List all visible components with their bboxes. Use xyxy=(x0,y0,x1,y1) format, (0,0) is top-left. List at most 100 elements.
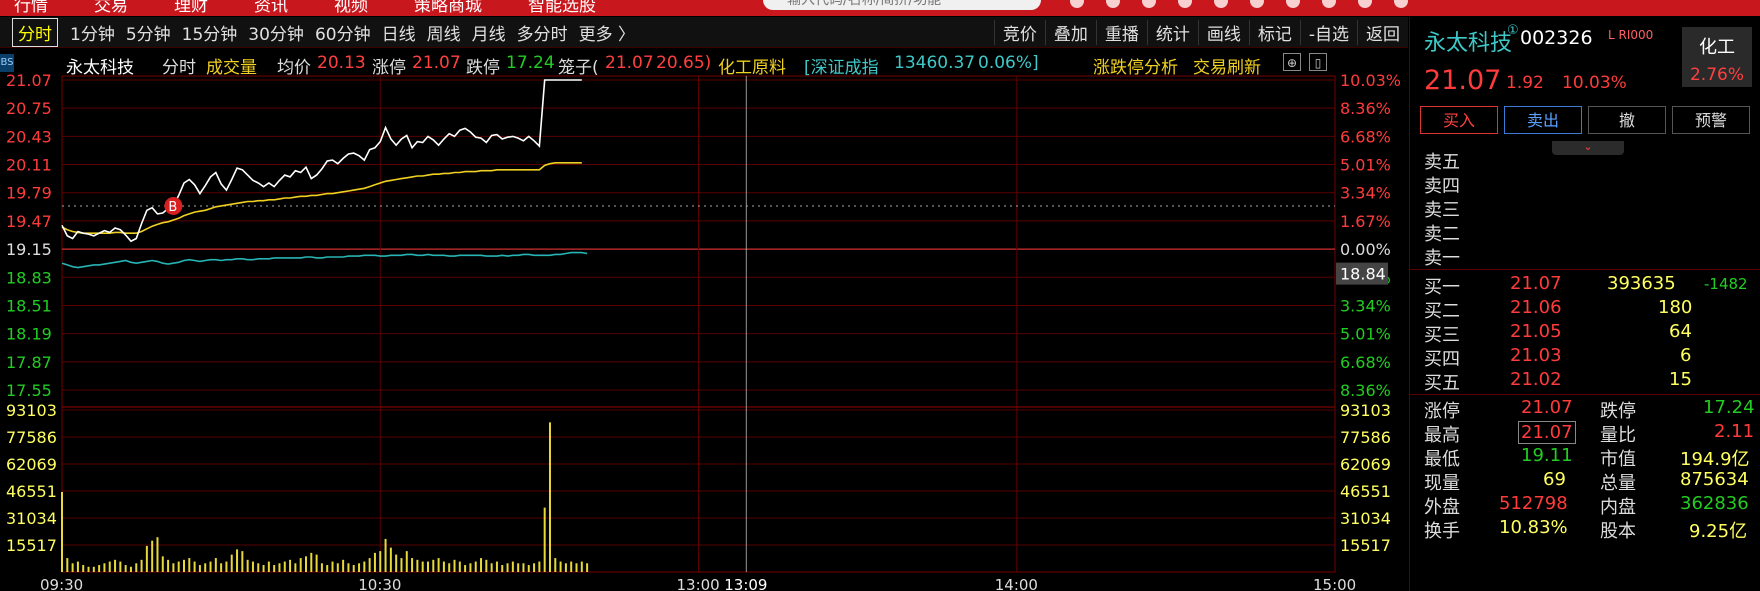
sell-button[interactable]: 卖出 xyxy=(1504,106,1582,134)
bid-row[interactable]: 买一 21.07 393635 -1482 xyxy=(1410,273,1760,298)
menu-item[interactable]: 理财 xyxy=(174,0,208,16)
pct-tick-label: 3.34% xyxy=(1340,184,1391,203)
circle-icon[interactable] xyxy=(1142,0,1156,8)
circle-icon[interactable] xyxy=(1286,0,1300,8)
tab-1min[interactable]: 1分钟 xyxy=(70,20,126,45)
stat-value: 362836 xyxy=(1680,493,1749,514)
info-circle-icon[interactable]: ① xyxy=(1507,23,1519,38)
bid-volume: 393635 xyxy=(1607,273,1676,294)
volume-tick-label-right: 46551 xyxy=(1340,482,1391,501)
ask-row: 卖三 xyxy=(1410,196,1760,221)
avg-label: 均价 xyxy=(277,58,311,78)
stock-name: 永太科技 xyxy=(66,58,134,78)
volume-tick-label-right: 77586 xyxy=(1340,428,1391,447)
time-axis-label: 10:30 xyxy=(358,576,401,591)
stat-value: 17.24 xyxy=(1703,397,1755,418)
price-tick-label: 17.87 xyxy=(6,353,52,372)
quote-panel: 永太科技 ① 002326 L RI000 化工 2.76% 21.07 1.9… xyxy=(1409,17,1760,591)
price-tick-label: 18.19 xyxy=(6,325,52,344)
tab-mark[interactable]: 标记 xyxy=(1248,19,1300,45)
expand-icon[interactable]: ⊕ xyxy=(1283,53,1301,71)
panel-tags: L RI000 xyxy=(1608,28,1654,42)
tab-monthly[interactable]: 月线 xyxy=(472,20,517,45)
menu-item[interactable]: 策略商城 xyxy=(414,0,482,16)
pct-tick-label: 3.34% xyxy=(1340,296,1391,315)
tab-replay[interactable]: 重播 xyxy=(1095,19,1147,45)
ask-label: 卖一 xyxy=(1424,248,1460,269)
stat-label: 最低 xyxy=(1424,449,1460,470)
stat-row: 现量 69 总量 875634 xyxy=(1410,469,1760,494)
ask-label: 卖二 xyxy=(1424,224,1460,245)
bid-row[interactable]: 买三 21.05 64 xyxy=(1410,321,1760,346)
circle-icon[interactable] xyxy=(1322,0,1336,8)
stat-label: 内盘 xyxy=(1600,497,1636,518)
buy-button[interactable]: 买入 xyxy=(1420,106,1498,134)
tab-multi-intraday[interactable]: 多分时 xyxy=(517,20,579,45)
alert-button[interactable]: 预警 xyxy=(1672,106,1750,134)
cage-value-1: 21.07 xyxy=(605,53,654,73)
window-icon[interactable]: ▯ xyxy=(1309,53,1327,71)
ask-row: 卖四 xyxy=(1410,172,1760,197)
pct-tick-label: 5.01% xyxy=(1340,325,1391,344)
bid-price: 21.07 xyxy=(1510,273,1562,294)
buy-marker-label: B xyxy=(168,200,177,215)
panel-stock-name: 永太科技 xyxy=(1424,31,1513,56)
tab-60min[interactable]: 60分钟 xyxy=(315,20,382,45)
tab-back[interactable]: 返回 xyxy=(1357,19,1408,45)
tab-more[interactable]: 更多 〉 xyxy=(579,20,646,45)
menu-item[interactable]: 行情 xyxy=(14,0,48,16)
stat-label: 总量 xyxy=(1600,473,1636,494)
tab-remove-watchlist[interactable]: -自选 xyxy=(1299,19,1357,45)
pct-tick-label: 6.68% xyxy=(1340,353,1391,372)
tab-30min[interactable]: 30分钟 xyxy=(248,20,315,45)
circle-icon[interactable] xyxy=(1070,0,1084,8)
price-change: 1.92 xyxy=(1506,73,1544,93)
ask-row: 卖一 xyxy=(1410,244,1760,269)
menu-item[interactable]: 视频 xyxy=(334,0,368,16)
chart-info-bar: 永太科技 分时 成交量 均价 20.13 涨停 21.07 跌停 17.24 笼… xyxy=(0,48,1408,78)
limit-analysis-link[interactable]: 涨跌停分析 xyxy=(1093,53,1178,78)
stat-value: 19.11 xyxy=(1521,445,1573,466)
menu-item[interactable]: 资讯 xyxy=(254,0,288,16)
sector-badge[interactable]: 化工 2.76% xyxy=(1682,27,1752,87)
tab-daily[interactable]: 日线 xyxy=(382,20,427,45)
circle-icon[interactable] xyxy=(1106,0,1120,8)
index-name[interactable]: [深证成指 xyxy=(804,53,879,78)
circle-icon[interactable] xyxy=(1394,0,1408,8)
circle-icon[interactable] xyxy=(1250,0,1264,8)
bid-label: 买二 xyxy=(1424,301,1460,322)
bid-volume: 180 xyxy=(1658,297,1693,318)
tab-intraday[interactable]: 分时 xyxy=(12,17,58,47)
ask-label: 卖五 xyxy=(1424,152,1460,173)
stat-value: 69 xyxy=(1543,469,1566,490)
tab-5min[interactable]: 5分钟 xyxy=(126,20,182,45)
stat-row: 涨停 21.07 跌停 17.24 xyxy=(1410,397,1760,422)
circle-icon[interactable] xyxy=(1358,0,1372,8)
bid-row[interactable]: 买四 21.03 6 xyxy=(1410,345,1760,370)
tab-auction[interactable]: 竞价 xyxy=(993,19,1045,45)
cancel-button[interactable]: 撤 xyxy=(1588,106,1666,134)
tab-overlay[interactable]: 叠加 xyxy=(1044,19,1096,45)
tab-draw[interactable]: 画线 xyxy=(1197,19,1249,45)
trade-refresh-link[interactable]: 交易刷新 xyxy=(1193,53,1261,78)
tab-15min[interactable]: 15分钟 xyxy=(182,20,249,45)
bid-row[interactable]: 买二 21.06 180 xyxy=(1410,297,1760,322)
stat-value: 21.07 xyxy=(1521,397,1573,418)
pct-tick-label: 8.36% xyxy=(1340,99,1391,118)
tab-statistics[interactable]: 统计 xyxy=(1146,19,1198,45)
bid-volume: 6 xyxy=(1680,345,1692,366)
ask-label: 卖四 xyxy=(1424,176,1460,197)
volume-tick-label: 46551 xyxy=(6,482,57,501)
limit-down-value: 17.24 xyxy=(506,53,555,73)
bid-row[interactable]: 买五 21.02 15 xyxy=(1410,369,1760,394)
search-input[interactable]: 输入代码/名称/简拼/功能 xyxy=(763,0,1041,10)
menu-item[interactable]: 交易 xyxy=(94,0,128,16)
circle-icon[interactable] xyxy=(1178,0,1192,8)
tab-weekly[interactable]: 周线 xyxy=(427,20,472,45)
price-tick-label: 19.47 xyxy=(6,212,52,231)
sector-label[interactable]: 化工原料 xyxy=(718,53,786,78)
circle-icon[interactable] xyxy=(1214,0,1228,8)
stat-label: 换手 xyxy=(1424,521,1460,542)
stat-value: 875634 xyxy=(1680,469,1749,490)
menu-item[interactable]: 智能选股 xyxy=(528,0,596,16)
